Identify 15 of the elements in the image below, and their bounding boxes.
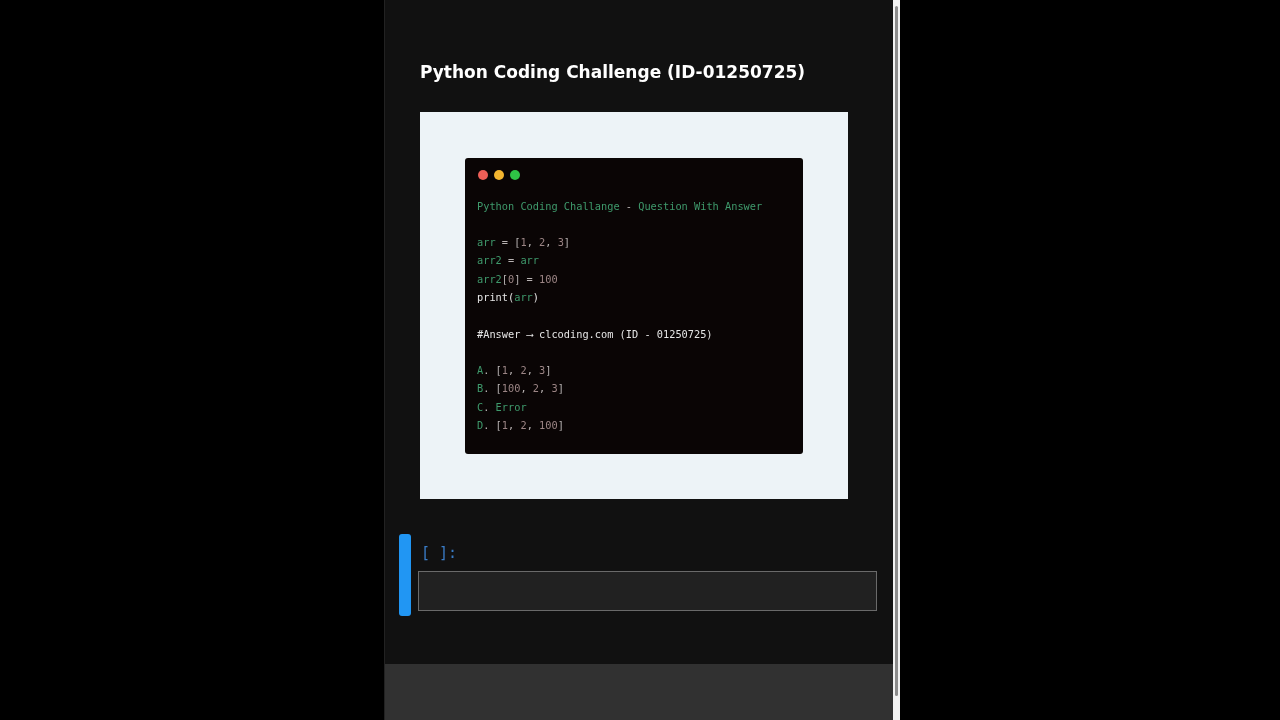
notebook-title: Python Coding Challenge (ID-01250725) <box>420 62 806 82</box>
cell-prompt: [ ]: <box>421 544 458 562</box>
code-line: print(arr) <box>477 290 539 305</box>
code-line: arr = [1, 2, 3] <box>477 235 571 251</box>
code-input-field[interactable] <box>418 571 877 611</box>
code-line: Python Coding Challange - Question With Answer <box>477 198 763 214</box>
code-line: arr2[0] = 100 <box>477 271 558 287</box>
code-line: A. [1, 2, 3] <box>477 363 552 379</box>
scrollbar-thumb[interactable] <box>895 6 898 696</box>
code-line: #Answer ⟶ clcoding.com (ID - 01250725) <box>477 326 713 342</box>
code-line: arr2 = arr <box>477 253 540 269</box>
scrollbar[interactable] <box>893 0 900 720</box>
code-line: D. [1, 2, 100] <box>477 418 564 434</box>
code-line: C. Error <box>477 399 527 415</box>
code-line: B. [100, 2, 3] <box>477 381 564 397</box>
